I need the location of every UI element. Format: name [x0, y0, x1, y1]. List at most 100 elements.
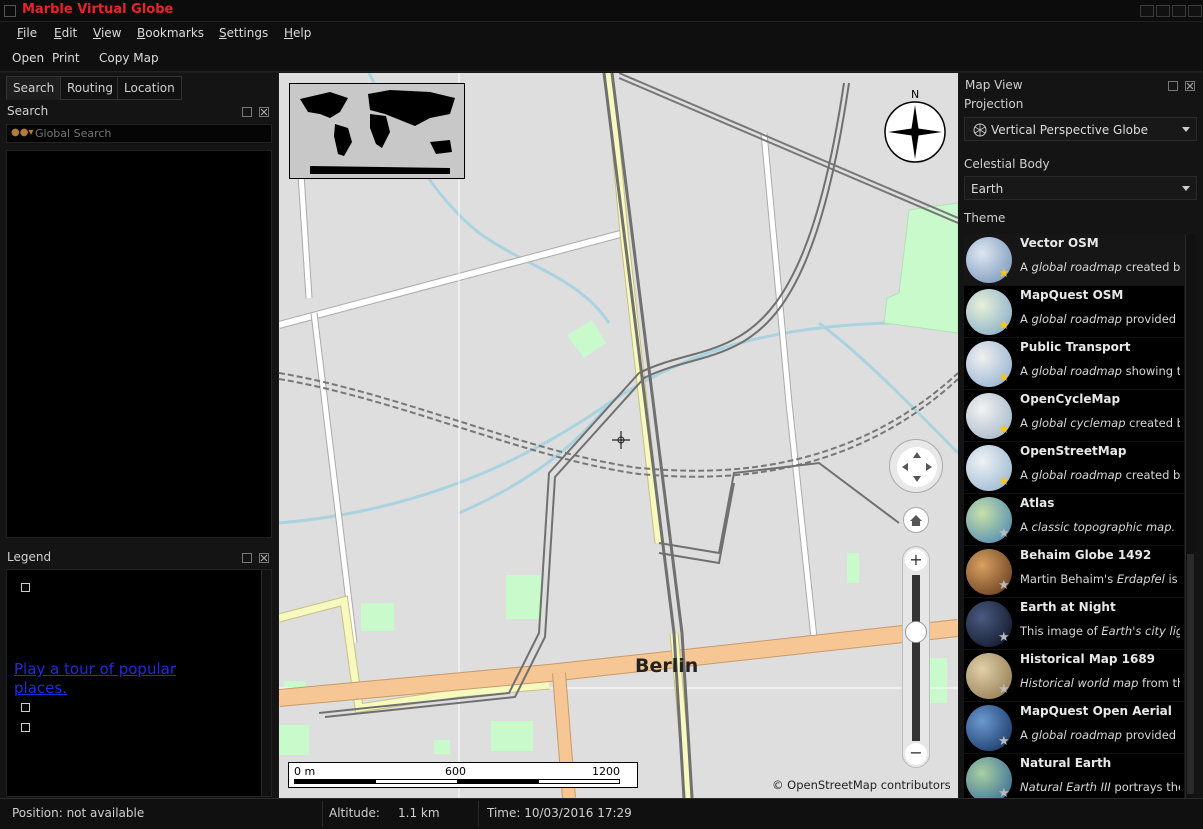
- close-map-view-panel-button[interactable]: [1185, 81, 1195, 91]
- zoom-out-button[interactable]: −: [905, 743, 927, 765]
- tab-search[interactable]: Search: [6, 76, 62, 100]
- theme-item[interactable]: ★ OpenStreetMap A global roadmap created b…: [964, 442, 1184, 494]
- menu-edit[interactable]: Edit: [54, 26, 77, 40]
- window-menu-icon[interactable]: [4, 5, 16, 17]
- menu-view[interactable]: View: [93, 26, 121, 40]
- compass-north-label: N: [911, 88, 920, 101]
- search-field[interactable]: ●●▾: [6, 124, 272, 143]
- theme-description: A global roadmap showing the OpenStreetM…: [1020, 364, 1180, 378]
- theme-item[interactable]: ★ Historical Map 1689 Historical world map…: [964, 650, 1184, 702]
- home-button[interactable]: [903, 507, 929, 533]
- theme-description: Martin Behaim's Erdapfel is the oldest e…: [1020, 572, 1180, 586]
- menu-settings[interactable]: Settings: [219, 26, 268, 40]
- status-bar: Position: not available Altitude: 1.1 km…: [0, 798, 1203, 829]
- compass-rose-icon: [884, 101, 946, 163]
- favorite-star-icon[interactable]: ★: [998, 526, 1010, 541]
- favorite-star-icon[interactable]: ★: [998, 370, 1010, 385]
- menu-bar: File Edit View Bookmarks Settings Help: [0, 22, 1203, 45]
- overview-world-map[interactable]: [289, 83, 465, 179]
- favorite-star-icon[interactable]: ★: [998, 474, 1010, 489]
- map-view[interactable]: N + − Berlin 0 m 600 1200 © OpenStreetMa…: [279, 73, 958, 798]
- theme-description-emphasis: classic topographic map.: [1031, 520, 1176, 534]
- map-canvas: [279, 73, 958, 798]
- theme-description-prefix: A: [1020, 312, 1032, 326]
- theme-item[interactable]: ★ MapQuest OSM A global roadmap provided b…: [964, 286, 1184, 338]
- favorite-star-icon[interactable]: ★: [998, 630, 1010, 645]
- menu-help[interactable]: Help: [284, 26, 311, 40]
- favorite-star-icon[interactable]: ★: [998, 578, 1010, 593]
- projection-select[interactable]: Vertical Perspective Globe: [964, 117, 1197, 141]
- shade-button[interactable]: [1140, 5, 1154, 17]
- theme-description-prefix: A: [1020, 260, 1032, 274]
- theme-description-emphasis: Earth's city lights: [1101, 624, 1180, 638]
- theme-item[interactable]: ★ MapQuest Open Aerial A global roadmap pr…: [964, 702, 1184, 754]
- status-separator: [478, 801, 479, 827]
- theme-list[interactable]: ★ Vector OSM A global roadmap created by t…: [964, 234, 1184, 798]
- zoom-slider-handle[interactable]: [905, 621, 927, 643]
- legend-checkbox[interactable]: [21, 703, 30, 712]
- legend-checkbox[interactable]: [21, 583, 30, 592]
- tab-routing[interactable]: Routing: [60, 76, 121, 100]
- copy-map-button[interactable]: Copy Map: [99, 51, 159, 65]
- favorite-star-icon[interactable]: ★: [998, 682, 1010, 697]
- zoom-slider-track[interactable]: [912, 575, 920, 741]
- search-input[interactable]: [33, 126, 263, 141]
- menu-file[interactable]: File: [17, 26, 37, 40]
- celestial-body-select[interactable]: Earth: [964, 176, 1197, 200]
- float-map-view-panel-button[interactable]: [1168, 81, 1178, 91]
- theme-description-emphasis: Erdapfel: [1116, 572, 1165, 586]
- theme-description-emphasis: Historical world map: [1020, 676, 1139, 690]
- favorite-star-icon[interactable]: ★: [998, 734, 1010, 749]
- scale-label-start: 0 m: [294, 765, 316, 778]
- menu-bookmarks[interactable]: Bookmarks: [137, 26, 204, 40]
- pan-control[interactable]: [889, 439, 943, 493]
- favorite-star-icon[interactable]: ★: [998, 266, 1010, 281]
- scrollbar-thumb[interactable]: [1187, 554, 1194, 794]
- legend-scrollbar[interactable]: [261, 570, 271, 796]
- favorite-star-icon[interactable]: ★: [998, 422, 1010, 437]
- binoculars-icon[interactable]: ●●▾: [11, 127, 33, 138]
- theme-description-emphasis: global roadmap: [1031, 364, 1122, 378]
- tab-location[interactable]: Location: [117, 76, 182, 100]
- theme-item[interactable]: ★ Vector OSM A global roadmap created by t…: [964, 234, 1184, 286]
- theme-name: OpenCycleMap: [1020, 392, 1121, 406]
- compass: N: [884, 88, 948, 164]
- float-search-panel-button[interactable]: [242, 107, 252, 117]
- zoom-in-button[interactable]: +: [905, 549, 927, 571]
- theme-description: A global cyclemap created by the OpenStr…: [1020, 416, 1180, 430]
- favorite-star-icon[interactable]: ★: [998, 318, 1010, 333]
- theme-description-prefix: A: [1020, 468, 1032, 482]
- theme-item[interactable]: ★ Natural Earth Natural Earth III portrays…: [964, 754, 1184, 798]
- close-search-panel-button[interactable]: [259, 107, 269, 117]
- theme-description-emphasis: Natural Earth III: [1020, 780, 1111, 794]
- theme-description-suffix: portrays the world on a very large: [1114, 780, 1180, 794]
- projection-value: Vertical Perspective Globe: [991, 123, 1149, 137]
- theme-list-scrollbar[interactable]: [1185, 234, 1195, 798]
- close-legend-panel-button[interactable]: [259, 553, 269, 563]
- theme-description-suffix: provided by MapQuest and portions: [1125, 728, 1180, 742]
- theme-description-emphasis: global roadmap: [1031, 468, 1122, 482]
- favorite-star-icon[interactable]: ★: [998, 786, 1010, 798]
- theme-name: Vector OSM: [1020, 236, 1099, 250]
- theme-item[interactable]: ★ Earth at Night This image of Earth's cit…: [964, 598, 1184, 650]
- theme-description: A global roadmap provided by MapQuest an…: [1020, 728, 1180, 742]
- theme-item[interactable]: ★ Atlas A classic topographic map.: [964, 494, 1184, 546]
- map-attribution[interactable]: © OpenStreetMap contributors: [772, 778, 951, 792]
- close-window-button[interactable]: [1188, 5, 1202, 17]
- theme-description: Natural Earth III portrays the world on …: [1020, 780, 1180, 794]
- minimize-button[interactable]: [1156, 5, 1170, 17]
- theme-name: Behaim Globe 1492: [1020, 548, 1152, 562]
- open-button[interactable]: Open: [12, 51, 44, 65]
- theme-description-prefix: A: [1020, 416, 1032, 430]
- legend-checkbox[interactable]: [21, 723, 30, 732]
- float-legend-panel-button[interactable]: [242, 553, 252, 563]
- print-button[interactable]: Print: [52, 51, 80, 65]
- altitude-label: Altitude:: [329, 806, 380, 820]
- theme-item[interactable]: ★ Public Transport A global roadmap showin…: [964, 338, 1184, 390]
- position-status: Position: not available: [12, 806, 145, 820]
- maximize-button[interactable]: [1172, 5, 1186, 17]
- theme-item[interactable]: ★ Behaim Globe 1492 Martin Behaim's Erdapf…: [964, 546, 1184, 598]
- theme-description-suffix: created by the OpenStreetMap: [1129, 416, 1180, 430]
- tour-link[interactable]: Play a tour of popular places.: [14, 660, 214, 698]
- theme-item[interactable]: ★ OpenCycleMap A global cyclemap created b…: [964, 390, 1184, 442]
